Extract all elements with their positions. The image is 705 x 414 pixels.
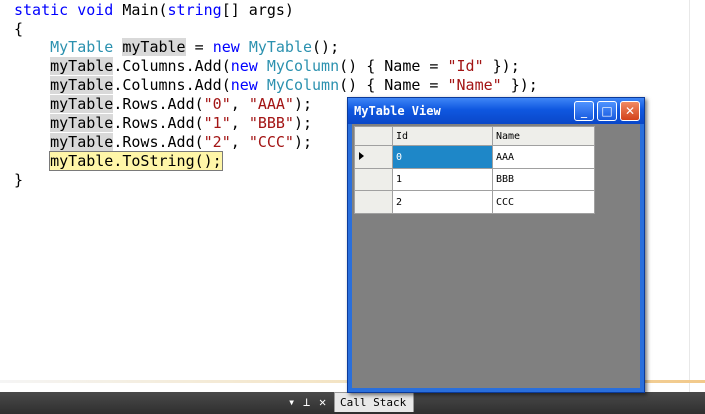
column-header-id[interactable]: Id: [392, 125, 493, 147]
grid-cell-name[interactable]: AAA: [492, 145, 595, 169]
string-literal: "2": [203, 133, 231, 151]
string-literal: "Id": [447, 57, 484, 75]
code-line-9: myTable.ToString();: [14, 151, 223, 171]
current-statement: myTable.ToString();: [49, 151, 223, 171]
code-line-3: MyTable myTable = new MyTable();: [14, 38, 339, 57]
code-text: .Rows.Add(: [113, 114, 204, 132]
row-header[interactable]: [354, 190, 393, 214]
code-text: );: [293, 133, 313, 151]
keyword: new: [230, 57, 258, 75]
grid-cell-name[interactable]: BBB: [492, 167, 595, 192]
row-header[interactable]: [354, 167, 393, 192]
maximize-icon: □: [601, 104, 613, 118]
data-grid[interactable]: Id Name 0 AAA 1 BBB 2 CCC: [354, 125, 595, 214]
window-title: MyTable View: [354, 104, 441, 118]
window-client-area: Id Name 0 AAA 1 BBB 2 CCC: [352, 124, 640, 388]
code-text: .Columns.Add(: [113, 57, 231, 75]
variable-highlight: myTable: [50, 114, 114, 132]
string-literal: "CCC": [248, 133, 294, 151]
editor-margin-line: [689, 0, 690, 392]
grid-cell-id[interactable]: 1: [392, 167, 493, 192]
row-header[interactable]: [354, 145, 393, 169]
code-line-6: myTable.Rows.Add("0", "AAA");: [14, 95, 312, 114]
minimize-button[interactable]: _: [574, 101, 594, 121]
close-button[interactable]: ✕: [620, 101, 640, 121]
string-literal: "BBB": [248, 114, 294, 132]
code-line-1: static void Main(string[] args): [14, 1, 294, 20]
maximize-button[interactable]: □: [597, 101, 617, 121]
code-text: });: [501, 76, 538, 94]
variable-highlight: myTable: [50, 95, 114, 113]
table-row[interactable]: 2 CCC: [354, 190, 595, 214]
code-line-10: }: [14, 171, 24, 189]
tab-call-stack[interactable]: Call Stack: [334, 392, 414, 412]
code-text: ,: [230, 114, 249, 132]
code-text: ();: [312, 38, 340, 56]
string-literal: "1": [203, 114, 231, 132]
code-line-8: myTable.Rows.Add("2", "CCC");: [14, 133, 312, 152]
variable-highlight: myTable: [50, 133, 114, 151]
table-row[interactable]: 0 AAA: [354, 145, 595, 169]
code-text: ,: [230, 95, 249, 113]
pin-icon[interactable]: ⊥: [303, 395, 310, 409]
close-icon: ✕: [624, 104, 636, 118]
type-name: MyTable: [50, 38, 114, 56]
keyword: void: [77, 1, 114, 19]
window-titlebar[interactable]: MyTable View _ □ ✕: [348, 98, 644, 124]
type-name: MyTable: [248, 38, 313, 56]
grid-cell-id[interactable]: 0: [392, 145, 493, 169]
code-line-2: {: [14, 20, 24, 38]
code-text: () { Name =: [339, 76, 448, 94]
code-text: );: [293, 95, 313, 113]
string-literal: "0": [203, 95, 231, 113]
type-name: MyColumn: [266, 76, 340, 94]
code-line-5: myTable.Columns.Add(new MyColumn() { Nam…: [14, 76, 538, 95]
keyword: new: [212, 38, 240, 56]
grid-header-row: Id Name: [354, 125, 595, 147]
string-literal: "AAA": [248, 95, 294, 113]
code-text: .ToString();: [113, 152, 222, 170]
code-text: Main(: [113, 1, 168, 19]
dropdown-icon[interactable]: ▾: [288, 395, 295, 409]
code-text: );: [293, 114, 313, 132]
code-text: ,: [230, 133, 249, 151]
code-text: myTable: [50, 152, 114, 170]
string-literal: "Name": [447, 76, 502, 94]
code-text: .Columns.Add(: [113, 76, 231, 94]
code-text: [] args): [221, 1, 294, 19]
table-row[interactable]: 1 BBB: [354, 167, 595, 192]
keyword: string: [167, 1, 222, 19]
type-name: MyColumn: [266, 57, 340, 75]
current-row-arrow-icon: [359, 151, 364, 160]
grid-cell-id[interactable]: 2: [392, 190, 493, 214]
mytable-view-window: MyTable View _ □ ✕ Id Name 0 AAA 1 BBB 2…: [347, 97, 645, 393]
variable-highlight: myTable: [122, 38, 186, 56]
keyword: static: [14, 1, 69, 19]
code-text: =: [185, 38, 213, 56]
variable-highlight: myTable: [50, 76, 114, 94]
grid-corner-cell[interactable]: [354, 125, 393, 147]
code-text: () { Name =: [339, 57, 448, 75]
close-icon[interactable]: ✕: [319, 395, 326, 409]
grid-cell-name[interactable]: CCC: [492, 190, 595, 214]
column-header-name[interactable]: Name: [492, 125, 595, 147]
variable-highlight: myTable: [50, 57, 114, 75]
code-text: });: [483, 57, 520, 75]
keyword: new: [230, 76, 258, 94]
minimize-icon: _: [581, 104, 587, 118]
code-text: .Rows.Add(: [113, 133, 204, 151]
code-line-7: myTable.Rows.Add("1", "BBB");: [14, 114, 312, 133]
code-line-4: myTable.Columns.Add(new MyColumn() { Nam…: [14, 57, 520, 76]
code-text: .Rows.Add(: [113, 95, 204, 113]
